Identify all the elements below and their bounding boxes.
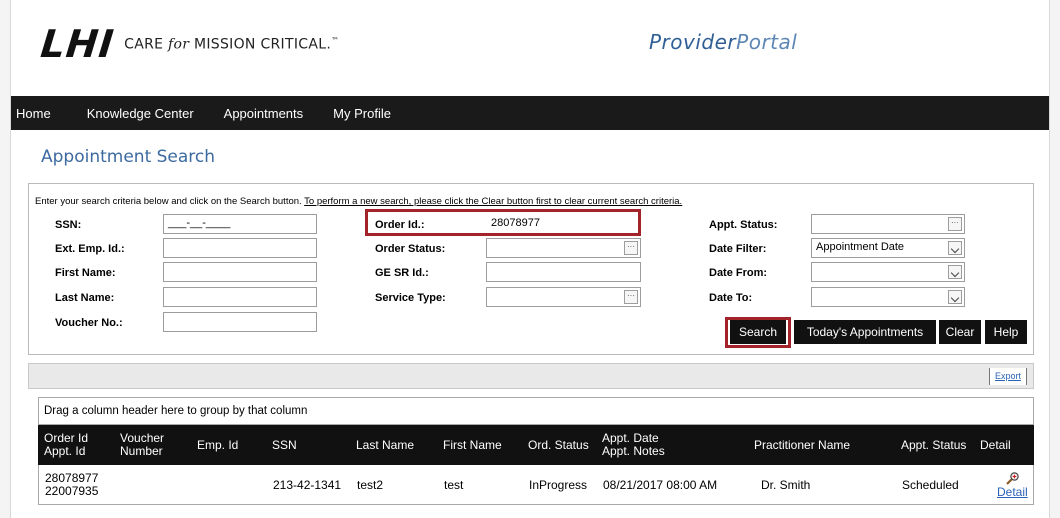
- lhi-logo[interactable]: LHI CARE for MISSION CRITICAL.™: [38, 22, 340, 66]
- cell-appt-date: 08/21/2017 08:00 AM: [603, 477, 718, 492]
- cell-practitioner: Dr. Smith: [761, 477, 811, 492]
- last-name-label: Last Name:: [55, 292, 115, 304]
- column-header-detail[interactable]: Detail: [980, 425, 1011, 465]
- ssn-label: SSN:: [55, 219, 82, 231]
- cell-ssn: 213-42-1341: [273, 477, 342, 492]
- date-to-label: Date To:: [709, 292, 753, 304]
- voucher-no-label: Voucher No.:: [55, 317, 123, 329]
- column-header-voucher-number[interactable]: Voucher Number: [120, 425, 164, 465]
- cell-appt-status: Scheduled: [902, 477, 959, 492]
- column-header-appt-id-line2: Appt. Id: [44, 444, 86, 458]
- chevron-down-icon[interactable]: [948, 241, 962, 255]
- date-from-label: Date From:: [709, 267, 768, 279]
- chevron-down-icon[interactable]: [948, 290, 962, 304]
- ext-emp-id-input[interactable]: [163, 238, 317, 258]
- cell-first-name: test: [444, 477, 464, 492]
- voucher-no-input[interactable]: [163, 312, 317, 332]
- service-type-label: Service Type:: [375, 292, 446, 304]
- ssn-input[interactable]: ___-__-____: [163, 214, 317, 234]
- appt-id-value: 22007935: [45, 484, 99, 498]
- todays-appointments-button[interactable]: Today's Appointments: [794, 320, 936, 344]
- order-status-label: Order Status:: [375, 243, 446, 255]
- column-header-last-name[interactable]: Last Name: [356, 425, 414, 465]
- grid-header: Order Id Appt. Id Voucher Number Emp. Id S…: [38, 425, 1034, 465]
- nav-my-profile[interactable]: My Profile: [318, 106, 406, 121]
- provider-portal-title: ProviderPortal: [649, 30, 798, 54]
- date-filter-dropdown[interactable]: Appointment Date: [811, 238, 965, 258]
- appt-status-label: Appt. Status:: [709, 219, 778, 231]
- ge-sr-id-input[interactable]: [486, 262, 641, 282]
- cell-order-id: 28078977 22007935: [45, 465, 98, 505]
- appt-status-picker-button[interactable]: ···: [948, 217, 962, 231]
- ge-sr-id-label: GE SR Id.:: [375, 267, 429, 279]
- logo-tagline: CARE for MISSION CRITICAL.™: [124, 35, 340, 53]
- nav-appointments[interactable]: Appointments: [209, 106, 319, 121]
- column-header-appt-date[interactable]: Appt. Date Appt. Notes: [602, 425, 665, 465]
- date-from-dropdown[interactable]: [811, 262, 965, 282]
- chevron-down-icon[interactable]: [948, 265, 962, 279]
- column-header-practitioner-name[interactable]: Practitioner Name: [754, 425, 850, 465]
- date-filter-value: Appointment Date: [816, 241, 905, 253]
- search-instructions: Enter your search criteria below and cli…: [35, 196, 683, 207]
- cell-detail: Detail: [997, 465, 1028, 505]
- nav-knowledge-center[interactable]: Knowledge Center: [72, 106, 209, 121]
- order-status-select[interactable]: ···: [486, 238, 641, 258]
- logo-wordmark: LHI: [38, 22, 117, 66]
- service-type-select[interactable]: ···: [486, 287, 641, 307]
- export-link[interactable]: Export: [988, 368, 1027, 385]
- service-type-picker-button[interactable]: ···: [624, 290, 638, 304]
- page-title: Appointment Search: [41, 147, 216, 167]
- column-header-ssn[interactable]: SSN: [272, 425, 297, 465]
- search-panel: Enter your search criteria below and cli…: [28, 183, 1034, 355]
- column-header-first-name[interactable]: First Name: [443, 425, 502, 465]
- nav-home[interactable]: Home: [11, 106, 72, 121]
- column-header-emp-id[interactable]: Emp. Id: [197, 425, 238, 465]
- main-nav: Home Knowledge Center Appointments My Pr…: [11, 96, 1049, 130]
- order-id-highlight: [365, 209, 641, 236]
- clear-button[interactable]: Clear: [939, 320, 981, 344]
- detail-link[interactable]: Detail: [997, 485, 1028, 499]
- column-header-ord-status[interactable]: Ord. Status: [528, 425, 589, 465]
- first-name-input[interactable]: [163, 262, 317, 282]
- ssn-input-mask: ___-__-____: [168, 217, 231, 229]
- ext-emp-id-label: Ext. Emp. Id.:: [55, 243, 125, 255]
- help-button[interactable]: Help: [985, 320, 1027, 344]
- search-button-highlight: [725, 317, 791, 348]
- table-row[interactable]: 28078977 22007935 213-42-1341 test2 test …: [38, 465, 1034, 505]
- grid-toolbar: Export: [28, 363, 1034, 389]
- column-header-voucher-line2: Number: [120, 444, 163, 458]
- magnifier-icon[interactable]: [1004, 471, 1020, 486]
- cell-last-name: test2: [357, 477, 384, 492]
- appt-status-select[interactable]: ···: [811, 214, 965, 234]
- column-header-order-id[interactable]: Order Id Appt. Id: [44, 425, 88, 465]
- date-filter-label: Date Filter:: [709, 243, 767, 255]
- column-header-appt-status[interactable]: Appt. Status: [901, 425, 966, 465]
- first-name-label: First Name:: [55, 267, 116, 279]
- date-to-dropdown[interactable]: [811, 287, 965, 307]
- order-status-picker-button[interactable]: ···: [624, 241, 638, 255]
- cell-ord-status: InProgress: [529, 477, 588, 492]
- last-name-input[interactable]: [163, 287, 317, 307]
- column-header-appt-notes-line2: Appt. Notes: [602, 444, 665, 458]
- group-by-drop-zone[interactable]: Drag a column header here to group by th…: [38, 397, 1034, 425]
